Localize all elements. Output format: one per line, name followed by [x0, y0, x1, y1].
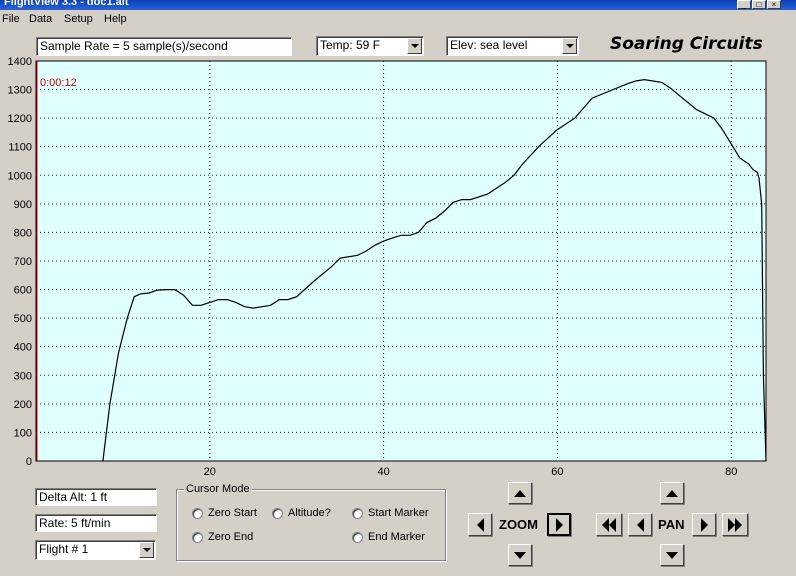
- elev-select[interactable]: Elev: sea level: [446, 36, 579, 56]
- radio-zero-end-label: Zero End: [208, 531, 254, 543]
- pan-down-button[interactable]: [660, 544, 684, 566]
- cursor-mode-title: Cursor Mode: [184, 483, 252, 495]
- double-arrow-right-icon-2: [735, 517, 742, 532]
- cursor-mode-group: [176, 489, 446, 561]
- y-tick-label: 1400: [8, 56, 32, 68]
- y-tick-label: 800: [14, 227, 32, 239]
- pan-fast-right-button[interactable]: [722, 513, 748, 536]
- radio-altitude-label: Altitude?: [288, 507, 331, 519]
- close-button[interactable]: ×: [767, 0, 781, 9]
- chevron-down-icon: [142, 548, 151, 552]
- arrow-up-icon: [666, 489, 678, 497]
- y-tick-label: 500: [14, 313, 32, 325]
- radio-zero-end[interactable]: Zero End: [192, 531, 253, 543]
- pan-label: PAN: [658, 517, 685, 532]
- zoom-up-button[interactable]: [508, 482, 532, 504]
- menu-setup[interactable]: Setup: [64, 13, 93, 25]
- y-tick-label: 300: [14, 370, 32, 382]
- menu-file[interactable]: File: [2, 13, 20, 25]
- arrow-right-icon: [555, 517, 563, 532]
- chevron-down-icon: [410, 44, 419, 48]
- minimize-button[interactable]: _: [737, 0, 751, 9]
- y-tick-label: 600: [14, 285, 32, 297]
- y-tick-label: 400: [14, 342, 32, 354]
- radio-end-marker-label: End Marker: [368, 531, 425, 543]
- radio-zero-start[interactable]: Zero Start: [192, 507, 257, 519]
- arrow-down-icon: [514, 551, 526, 559]
- arrow-up-icon: [514, 489, 526, 497]
- double-arrow-right-icon: [728, 517, 735, 532]
- y-tick-label: 700: [14, 256, 32, 268]
- time-label: 0:00:12: [40, 77, 77, 89]
- brand-logo: Soaring Circuits: [610, 34, 763, 54]
- menu-help[interactable]: Help: [104, 13, 127, 25]
- title-bar: FlightView 3.3 - doc1.alt: [0, 0, 796, 10]
- y-tick-label: 100: [14, 427, 32, 439]
- double-arrow-left-icon: [602, 517, 609, 532]
- arrow-left-icon: [476, 517, 484, 532]
- flight-select[interactable]: Flight # 1: [35, 540, 156, 560]
- delta-alt-field: Delta Alt: 1 ft: [35, 488, 157, 506]
- radio-zero-start-label: Zero Start: [208, 507, 257, 519]
- temp-value: Temp: 59 F: [320, 38, 381, 52]
- pan-left-button[interactable]: [628, 513, 652, 536]
- pan-right-button[interactable]: [692, 513, 716, 536]
- radio-end-marker[interactable]: End Marker: [352, 531, 425, 543]
- radio-circle-icon: [352, 507, 363, 519]
- y-tick-label: 0: [26, 456, 32, 468]
- arrow-left-icon: [636, 517, 644, 532]
- arrow-right-icon: [700, 517, 708, 532]
- y-axis-ticks: 0 100 200 300 400 500 600 700 800 900 1000 1100 1200…: [8, 56, 32, 468]
- radio-circle-icon: [272, 507, 283, 519]
- y-tick-label: 1100: [8, 142, 32, 154]
- y-tick-label: 200: [14, 399, 32, 411]
- sample-rate-field: Sample Rate = 5 sample(s)/second: [36, 37, 292, 56]
- radio-start-marker-label: Start Marker: [368, 507, 429, 519]
- x-tick-label: 80: [725, 466, 737, 476]
- temp-dropdown-button[interactable]: [407, 38, 422, 54]
- maximize-button[interactable]: □: [752, 0, 766, 9]
- chevron-down-icon: [565, 44, 574, 48]
- window-title: FlightView 3.3 - doc1.alt: [4, 0, 129, 8]
- altitude-chart[interactable]: 0 100 200 300 400 500 600 700 800 900 1000 1100 1200…: [0, 56, 796, 476]
- y-tick-label: 1200: [8, 113, 32, 125]
- arrow-down-icon: [666, 551, 678, 559]
- y-tick-label: 1000: [8, 170, 32, 182]
- zoom-down-button[interactable]: [508, 544, 532, 566]
- flight-dropdown-button[interactable]: [139, 542, 154, 558]
- pan-fast-left-button[interactable]: [596, 513, 622, 536]
- x-tick-label: 60: [551, 466, 563, 476]
- flight-value: Flight # 1: [39, 542, 89, 556]
- y-tick-label: 900: [14, 199, 32, 211]
- radio-circle-icon: [192, 531, 203, 543]
- zoom-out-button[interactable]: [468, 513, 492, 536]
- x-tick-label: 20: [204, 466, 216, 476]
- radio-altitude[interactable]: Altitude?: [272, 507, 331, 519]
- radio-circle-icon: [352, 531, 363, 543]
- zoom-in-button[interactable]: [547, 513, 571, 536]
- elev-value: Elev: sea level: [450, 38, 528, 52]
- zoom-label: ZOOM: [499, 517, 538, 532]
- radio-circle-icon: [192, 507, 203, 519]
- rate-field: Rate: 5 ft/min: [35, 514, 157, 532]
- pan-up-button[interactable]: [660, 482, 684, 504]
- double-arrow-left-icon-2: [609, 517, 616, 532]
- radio-start-marker[interactable]: Start Marker: [352, 507, 429, 519]
- x-tick-label: 40: [377, 466, 389, 476]
- elev-dropdown-button[interactable]: [562, 38, 577, 54]
- y-tick-label: 1300: [8, 85, 32, 97]
- temp-select[interactable]: Temp: 59 F: [316, 36, 424, 56]
- menu-data[interactable]: Data: [29, 13, 52, 25]
- menu-bar: File Data Setup Help: [0, 10, 796, 30]
- x-axis-ticks: 20 40 60 80: [204, 466, 738, 476]
